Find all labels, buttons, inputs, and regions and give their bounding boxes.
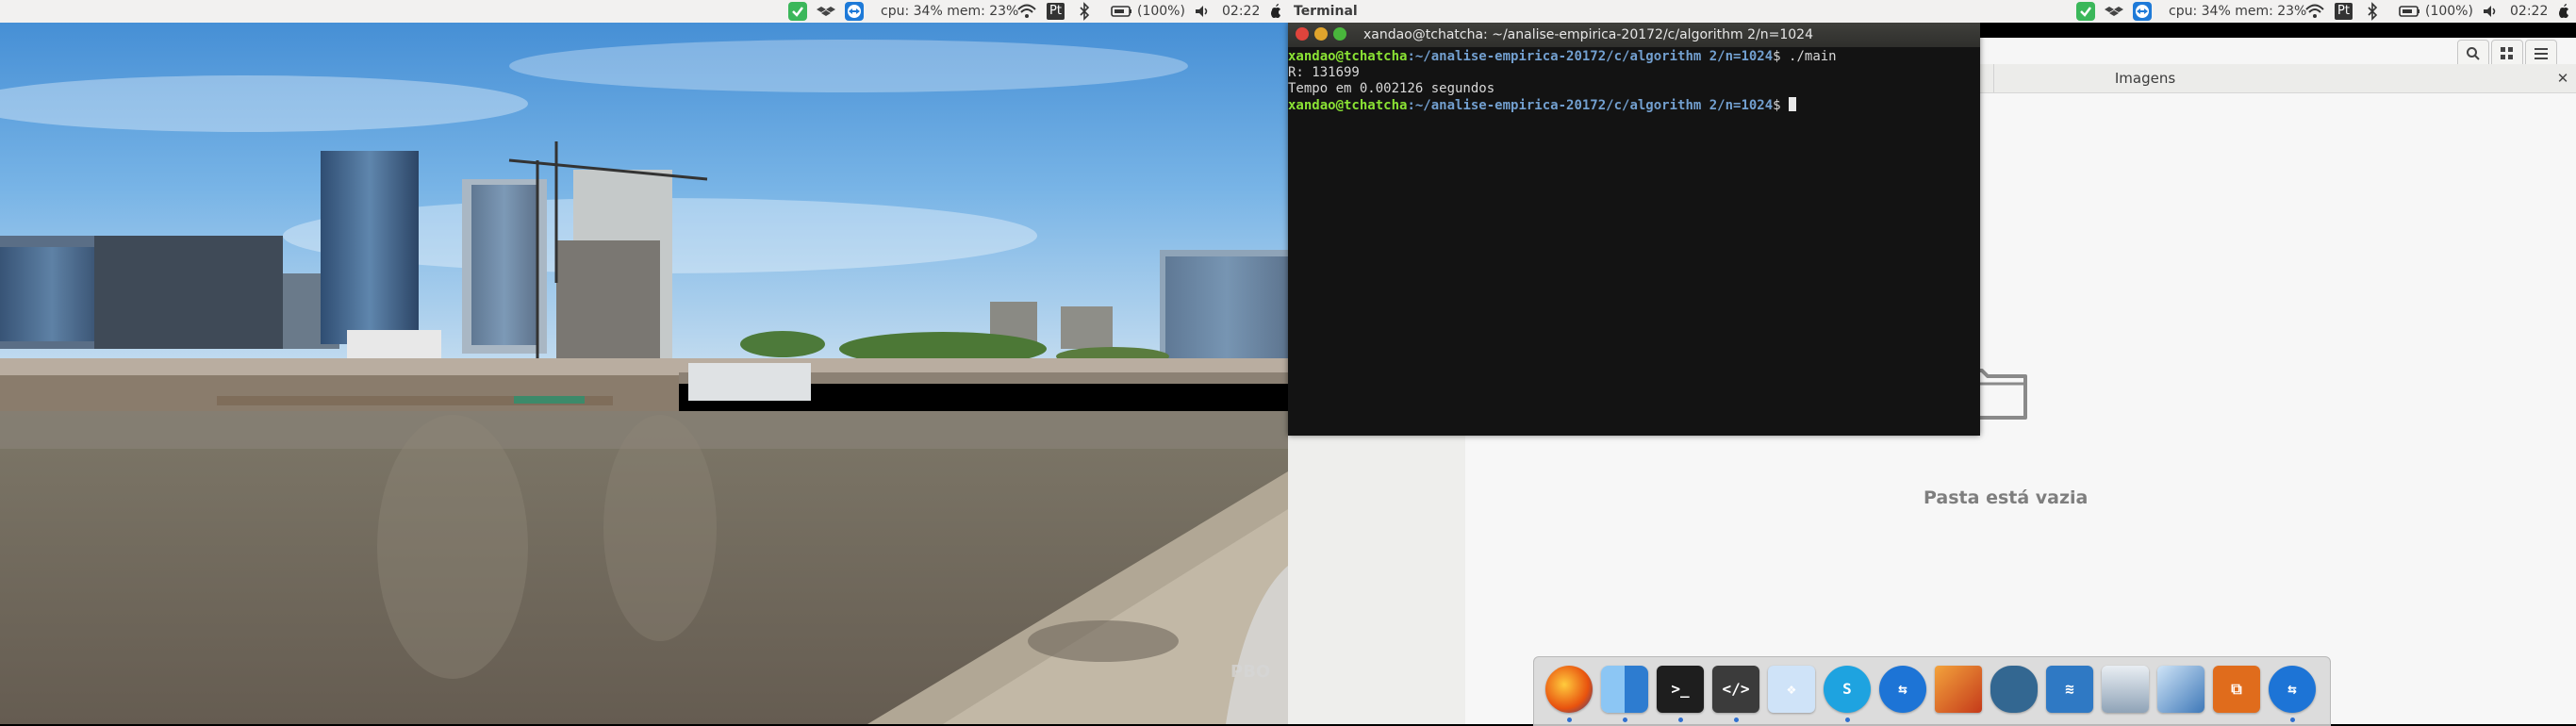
wallpaper-watermark: PBO	[1230, 662, 1271, 682]
bluetooth-icon-2[interactable]	[2366, 0, 2379, 23]
dock-icons: >_ </> ❖ S ⇆ ≋ ⧉ ⇆	[1534, 657, 2330, 725]
volume-icon[interactable]	[1194, 0, 1211, 23]
wifi-icon-2[interactable]	[2304, 0, 2325, 23]
apple-menu-icon[interactable]	[1268, 0, 1283, 23]
empty-folder-message: Pasta está vazia	[1924, 487, 2089, 508]
tray-teamviewer-icon[interactable]	[845, 2, 864, 21]
code-editor-icon[interactable]: </>	[1712, 666, 1759, 713]
bluetooth-icon[interactable]	[1078, 0, 1091, 23]
running-indicator	[1623, 718, 1627, 722]
prompt-path: :~/analise-empirica-20172/c/algorithm 2/…	[1407, 49, 1774, 64]
dropbox-icon[interactable]: ❖	[1768, 666, 1815, 713]
dock: >_ </> ❖ S ⇆ ≋ ⧉ ⇆	[1533, 656, 2331, 726]
clock-2[interactable]: 02:22	[2510, 0, 2548, 23]
terminal-title: xandao@tchatcha: ~/analise-empirica-2017…	[1363, 27, 1813, 42]
virtualbox-icon[interactable]	[2157, 666, 2204, 713]
battery-level[interactable]: (100%)	[1137, 0, 1185, 23]
top-panel-right: Terminal cpu: 34% mem: 23% Pt (100%) 02:…	[1288, 0, 2576, 23]
terminal-cursor	[1789, 97, 1797, 111]
teamviewer-icon[interactable]: ⇆	[1879, 666, 1926, 713]
minimize-window-button[interactable]	[1314, 27, 1328, 41]
postgresql-icon[interactable]	[1990, 666, 2038, 713]
wifi-icon[interactable]	[1016, 0, 1037, 23]
maximize-window-button[interactable]	[1333, 27, 1346, 41]
battery-icon-2[interactable]	[2399, 0, 2421, 23]
running-indicator	[1567, 718, 1572, 722]
skype-icon[interactable]: S	[1824, 666, 1871, 713]
system-stats-2[interactable]: cpu: 34% mem: 23%	[2169, 0, 2306, 23]
system-stats[interactable]: cpu: 34% mem: 23%	[881, 0, 1018, 23]
mysql-workbench-icon[interactable]: ≋	[2046, 666, 2093, 713]
prompt-path: :~/analise-empirica-20172/c/algorithm 2/…	[1407, 98, 1774, 113]
desktop-wallpaper: PBO	[0, 0, 1288, 724]
keyboard-layout-indicator[interactable]: Pt	[1047, 3, 1065, 20]
tray-update-icon[interactable]	[788, 2, 807, 21]
tab-imagens-label: Imagens	[2114, 70, 2176, 87]
volume-icon-2[interactable]	[2482, 0, 2499, 23]
tab-imagens-close-button[interactable]: ✕	[2550, 64, 2576, 92]
terminal-line: xandao@tchatcha:~/analise-empirica-20172…	[1288, 49, 1980, 65]
tray-teamviewer-icon-2[interactable]	[2133, 2, 2152, 21]
battery-level-2[interactable]: (100%)	[2425, 0, 2473, 23]
wallpaper-image	[0, 0, 1288, 724]
grid-icon	[2501, 47, 2513, 59]
tray-update-icon-2[interactable]	[2076, 2, 2095, 21]
terminal-command: $	[1773, 98, 1790, 113]
running-indicator	[1678, 718, 1683, 722]
firefox-icon[interactable]	[1545, 666, 1593, 713]
close-window-button[interactable]	[1296, 27, 1309, 41]
tray-dropbox-icon[interactable]	[817, 2, 835, 21]
running-indicator	[1845, 718, 1850, 722]
network-icon[interactable]: ⧉	[2213, 666, 2260, 713]
finder-icon[interactable]	[1601, 666, 1648, 713]
tray-dropbox-icon-2[interactable]	[2105, 2, 2123, 21]
apple-menu-icon-2[interactable]	[2556, 0, 2571, 23]
battery-icon[interactable]	[1111, 0, 1133, 23]
top-panel-left: cpu: 34% mem: 23% Pt (100%) 02:22	[0, 0, 1288, 23]
keyboard-layout-indicator-2[interactable]: Pt	[2335, 3, 2353, 20]
terminal-output[interactable]: xandao@tchatcha:~/analise-empirica-20172…	[1288, 49, 1980, 436]
teamviewer-2-icon[interactable]: ⇆	[2269, 666, 2316, 713]
terminal-line: Tempo em 0.002126 segundos	[1288, 81, 1495, 96]
hamburger-menu-icon	[2535, 48, 2548, 59]
prompt-user: xandao@tchatcha	[1288, 98, 1408, 113]
image-viewer-icon[interactable]	[2102, 666, 2149, 713]
clock[interactable]: 02:22	[1222, 0, 1260, 23]
running-indicator	[2290, 718, 2295, 722]
search-icon	[2467, 47, 2480, 60]
terminal-line: xandao@tchatcha:~/analise-empirica-20172…	[1288, 97, 1980, 113]
terminal-window[interactable]: xandao@tchatcha: ~/analise-empirica-2017…	[1288, 23, 1980, 436]
terminal-command: $ ./main	[1773, 49, 1837, 64]
terminal-titlebar[interactable]: xandao@tchatcha: ~/analise-empirica-2017…	[1288, 23, 1980, 47]
active-app-name[interactable]: Terminal	[1294, 0, 1358, 23]
running-indicator	[1734, 718, 1739, 722]
prompt-user: xandao@tchatcha	[1288, 49, 1408, 64]
matlab-icon[interactable]	[1935, 666, 1982, 713]
tab-imagens[interactable]: Imagens	[1993, 64, 2296, 92]
terminal-icon[interactable]: >_	[1657, 666, 1704, 713]
terminal-line: R: 131699	[1288, 65, 1360, 80]
